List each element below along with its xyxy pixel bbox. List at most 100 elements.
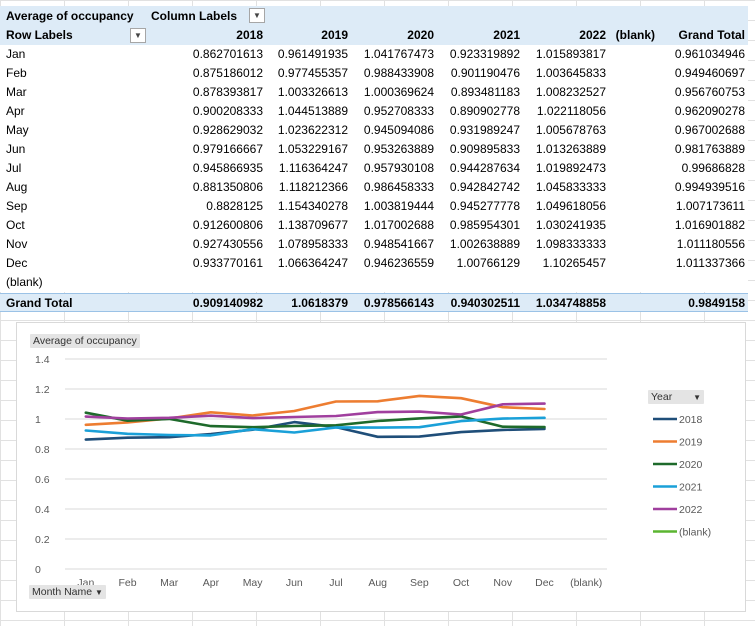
value-cell[interactable]: 1.053229167 — [278, 140, 348, 159]
value-cell[interactable]: 1.016901882 — [675, 216, 745, 235]
value-cell[interactable]: 1.041767473 — [364, 45, 434, 64]
value-cell[interactable]: 0.961491935 — [278, 45, 348, 64]
value-cell[interactable]: 0.957930108 — [364, 159, 434, 178]
grand-total-cell[interactable]: 0.940302511 — [451, 294, 520, 313]
value-cell[interactable]: 0.878393817 — [193, 83, 263, 102]
value-cell[interactable]: 0.875186012 — [193, 64, 263, 83]
value-cell[interactable]: 1.019892473 — [536, 159, 606, 178]
value-cell[interactable]: 0.901190476 — [451, 64, 520, 83]
row-labels-header[interactable]: Row Labels — [6, 26, 73, 45]
value-cell[interactable]: 0.962090278 — [675, 102, 745, 121]
value-cell[interactable]: 0.981763889 — [675, 140, 745, 159]
column-labels-header[interactable]: Column Labels — [151, 6, 237, 26]
value-cell[interactable]: 0.923319892 — [450, 45, 520, 64]
value-cell[interactable]: 0.986458333 — [364, 178, 434, 197]
grand-total-cell[interactable]: 0.909140982 — [193, 294, 263, 313]
value-cell[interactable]: 1.154340278 — [278, 197, 348, 216]
value-cell[interactable]: 1.000369624 — [364, 83, 434, 102]
value-cell[interactable]: 1.078958333 — [278, 235, 348, 254]
value-cell[interactable]: 1.030241935 — [536, 216, 606, 235]
value-cell[interactable]: 0.945866935 — [193, 159, 263, 178]
value-cell[interactable]: 1.044513889 — [278, 102, 348, 121]
value-cell[interactable]: 1.118212366 — [279, 178, 348, 197]
value-cell[interactable]: 0.967002688 — [675, 121, 745, 140]
value-cell[interactable]: 0.99686828 — [682, 159, 745, 178]
value-cell[interactable]: 1.003326613 — [278, 83, 348, 102]
value-cell[interactable]: 1.002638889 — [450, 235, 520, 254]
value-cell[interactable]: 1.116364247 — [279, 159, 348, 178]
value-cell[interactable]: 1.098333333 — [536, 235, 606, 254]
value-cell[interactable]: 1.008232527 — [536, 83, 606, 102]
value-cell[interactable]: 1.066364247 — [278, 254, 348, 273]
value-cell[interactable]: 1.003645833 — [536, 64, 606, 83]
value-cell[interactable]: 0.942842742 — [450, 178, 520, 197]
value-cell[interactable]: 0.961034946 — [675, 45, 745, 64]
value-cell[interactable]: 0.979166667 — [193, 140, 263, 159]
row-label[interactable]: Jan — [6, 45, 25, 64]
value-cell[interactable]: 0.927430556 — [193, 235, 263, 254]
row-label[interactable]: Dec — [6, 254, 27, 273]
value-cell[interactable]: 0.945277778 — [450, 197, 520, 216]
value-field-button[interactable]: Average of occupancy — [30, 334, 140, 348]
value-cell[interactable]: 0.944287634 — [450, 159, 520, 178]
value-cell[interactable]: 0.994939516 — [675, 178, 745, 197]
grand-total-cell[interactable]: 1.034748858 — [536, 294, 606, 313]
row-label[interactable]: Mar — [6, 83, 27, 102]
value-cell[interactable]: 0.912600806 — [193, 216, 263, 235]
value-cell[interactable]: 0.933770161 — [193, 254, 263, 273]
grand-total-cell[interactable]: 1.0618379 — [291, 294, 348, 313]
value-cell[interactable]: 0.881350806 — [193, 178, 263, 197]
value-cell[interactable]: 0.909895833 — [450, 140, 520, 159]
value-cell[interactable]: 1.00766129 — [457, 254, 520, 273]
axis-field-button[interactable]: Month Name ▼ — [29, 585, 106, 599]
value-cell[interactable]: 1.015893817 — [536, 45, 606, 64]
value-cell[interactable]: 0.956760753 — [675, 83, 745, 102]
row-label[interactable]: Apr — [6, 102, 25, 121]
value-cell[interactable]: 0.890902778 — [450, 102, 520, 121]
row-labels-filter-button[interactable]: ▼ — [130, 28, 146, 43]
value-cell[interactable]: 1.017002688 — [364, 216, 434, 235]
value-cell[interactable]: 0.953263889 — [364, 140, 434, 159]
value-cell[interactable]: 1.049618056 — [536, 197, 606, 216]
grand-total-cell[interactable]: 0.978566143 — [364, 294, 434, 313]
value-cell[interactable]: 1.003819444 — [364, 197, 434, 216]
value-cell[interactable]: 0.988433908 — [364, 64, 434, 83]
value-cell[interactable]: 0.928629032 — [193, 121, 263, 140]
value-cell[interactable]: 1.045833333 — [536, 178, 606, 197]
row-label[interactable]: May — [6, 121, 29, 140]
row-label[interactable]: Oct — [6, 216, 25, 235]
value-cell[interactable]: 0.945094086 — [364, 121, 434, 140]
row-label[interactable]: Nov — [6, 235, 27, 254]
value-cell[interactable]: 0.946236559 — [364, 254, 434, 273]
value-cell[interactable]: 1.011180556 — [677, 235, 745, 254]
value-cell[interactable]: 1.10265457 — [543, 254, 606, 273]
value-cell[interactable]: 0.977455357 — [278, 64, 348, 83]
value-cell[interactable]: 1.005678763 — [536, 121, 606, 140]
row-label[interactable]: Aug — [6, 178, 27, 197]
value-cell[interactable]: 1.011337366 — [676, 254, 745, 273]
value-cell[interactable]: 0.952708333 — [364, 102, 434, 121]
value-cell[interactable]: 1.023622312 — [278, 121, 348, 140]
line-chart[interactable]: 0 0.2 0.4 0.6 0.8 1 1.2 1.4 Jan Feb Mar Apr May Jun Ju… — [16, 322, 746, 612]
pivot-value-field[interactable]: Average of occupancy — [6, 6, 134, 26]
legend-field-button[interactable]: Year ▼ — [648, 390, 705, 404]
row-label[interactable]: Jun — [6, 140, 25, 159]
value-cell[interactable]: 0.949460697 — [675, 64, 745, 83]
value-cell[interactable]: 0.948541667 — [364, 235, 434, 254]
value-cell[interactable]: 1.007173611 — [676, 197, 745, 216]
value-cell[interactable]: 1.022118056 — [537, 102, 606, 121]
column-labels-filter-button[interactable]: ▼ — [249, 8, 265, 23]
grand-total-cell[interactable]: 0.9849158 — [688, 294, 745, 313]
row-label[interactable]: Sep — [6, 197, 27, 216]
value-cell[interactable]: 1.013263889 — [536, 140, 606, 159]
value-cell[interactable]: 1.138709677 — [278, 216, 348, 235]
row-label[interactable]: Jul — [6, 159, 21, 178]
value-cell[interactable]: 0.8828125 — [206, 197, 263, 216]
row-label[interactable]: Feb — [6, 64, 27, 83]
value-cell[interactable]: 0.900208333 — [193, 102, 263, 121]
value-cell[interactable]: 0.931989247 — [450, 121, 520, 140]
value-cell[interactable]: 0.893481183 — [451, 83, 520, 102]
row-label[interactable]: (blank) — [6, 273, 43, 292]
value-cell[interactable]: 0.985954301 — [450, 216, 520, 235]
value-cell[interactable]: 0.862701613 — [193, 45, 263, 64]
